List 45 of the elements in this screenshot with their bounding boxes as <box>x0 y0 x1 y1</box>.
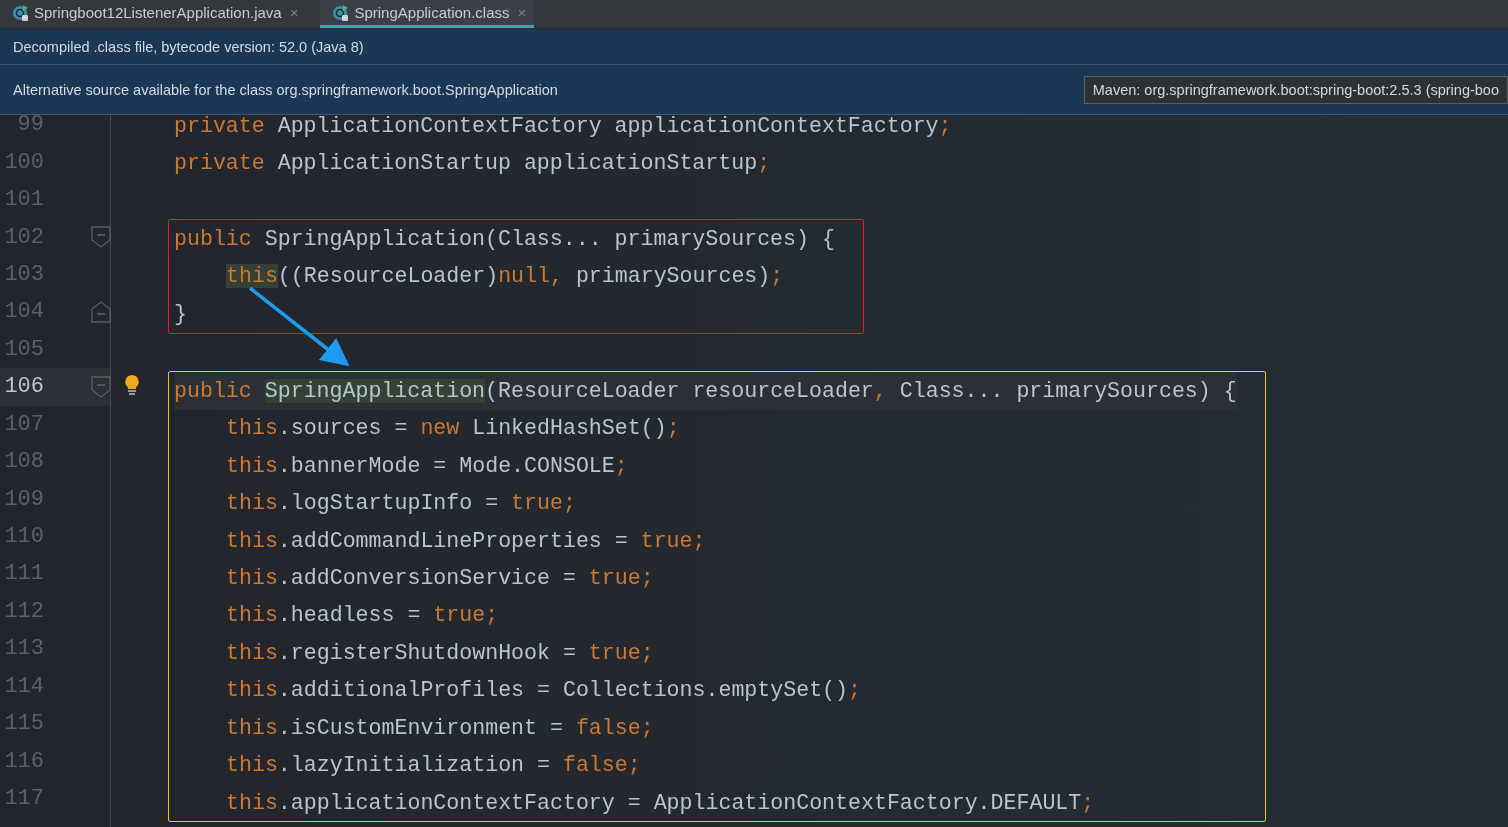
source-dropdown[interactable]: Maven: org.springframework.boot:spring-boot:2.5.3 (spring-boo <box>1083 75 1508 104</box>
line-number: 111 <box>3 561 44 587</box>
tab-label: Springboot12ListenerApplication.java <box>34 4 282 21</box>
code-line: this.applicationContextFactory = ApplicationContextFactory.DEFAULT; <box>226 790 1095 815</box>
alternative-source-message: Alternative source available for the class org.springframework.boot.SpringApplication <box>13 81 558 98</box>
line-number: 115 <box>3 711 44 737</box>
code-line: this.sources = new LinkedHashSet(); <box>226 416 680 441</box>
editor-tab[interactable]: Springboot12ListenerApplication.java × <box>0 0 307 28</box>
code-line: } <box>174 301 187 326</box>
code-line: private ApplicationContextFactory applicationContextFactory; <box>174 115 952 138</box>
line-number: 100 <box>3 149 44 175</box>
code-line: this.isCustomEnvironment = false; <box>226 715 654 740</box>
line-number: 102 <box>3 224 44 250</box>
class-file-icon <box>332 3 351 22</box>
editor-tab[interactable]: SpringApplication.class × <box>320 0 535 28</box>
code-line: this.lazyInitialization = false; <box>226 753 641 778</box>
tab-label: SpringApplication.class <box>354 4 510 21</box>
line-number: 114 <box>3 673 44 699</box>
code-line: this.addConversionService = true; <box>226 565 654 590</box>
line-number: 110 <box>3 524 44 550</box>
line-number: 112 <box>3 598 44 624</box>
line-number: 101 <box>3 187 44 213</box>
line-number: 108 <box>3 449 44 475</box>
line-number: 113 <box>3 636 44 662</box>
line-number: 117 <box>3 786 44 812</box>
class-file-icon <box>12 3 30 22</box>
code-line: public SpringApplication(ResourceLoader resourceLoader, Class... primarySources) { <box>174 378 1237 403</box>
decompiled-notice: Decompiled .class file, bytecode version: 52.0 (Java 8) <box>13 38 364 55</box>
code-line: this.addCommandLineProperties = true; <box>226 528 706 553</box>
code-line: this.bannerMode = Mode.CONSOLE; <box>226 453 628 478</box>
code-line: this.additionalProfiles = Collections.emptySet(); <box>226 678 861 703</box>
line-number: 104 <box>3 299 44 325</box>
code-line: private ApplicationStartup applicationStartup; <box>174 151 771 176</box>
code-line: this.logStartupInfo = true; <box>226 491 576 516</box>
line-number: 103 <box>3 261 44 287</box>
line-number: 109 <box>3 486 44 512</box>
code-line: this.registerShutdownHook = true; <box>226 640 654 665</box>
code-line: public SpringApplication(Class... primarySources) { <box>174 227 835 252</box>
line-number: 99 <box>16 115 44 138</box>
code-line: this((ResourceLoader)null, primarySources); <box>226 264 784 289</box>
line-number: 107 <box>3 411 44 437</box>
line-number: 105 <box>3 336 44 362</box>
code-line: this.headless = true; <box>226 603 499 628</box>
line-number: 106 <box>3 374 44 400</box>
line-number: 116 <box>3 748 44 774</box>
